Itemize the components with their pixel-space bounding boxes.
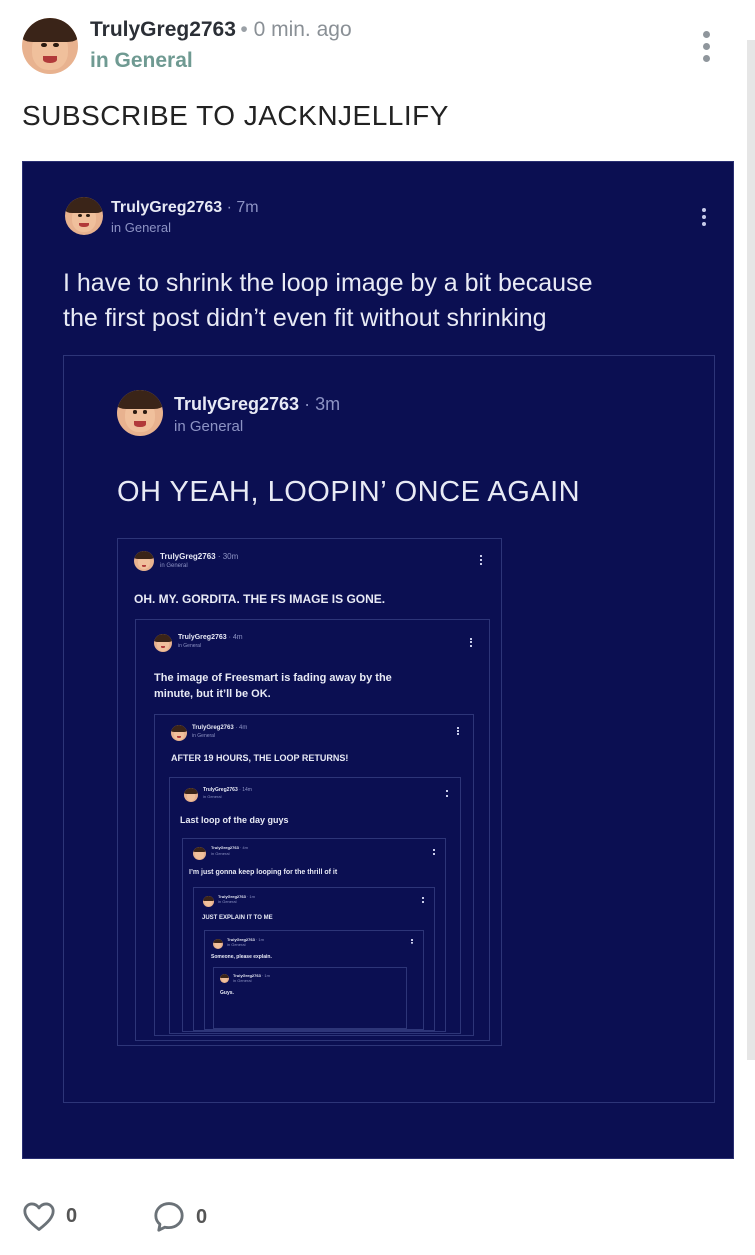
post-text: I have to shrink the loop image by a bit…: [63, 269, 593, 332]
username: TrulyGreg2763: [192, 725, 234, 731]
like-button[interactable]: 0: [22, 1200, 77, 1232]
timestamp: 4m: [232, 634, 243, 641]
comment-count: 0: [196, 1205, 208, 1228]
avatar[interactable]: [22, 18, 78, 74]
scrollbar[interactable]: [747, 40, 755, 1060]
timestamp: 4m: [239, 725, 248, 731]
post-text: JUST EXPLAIN IT TO ME: [202, 915, 273, 921]
channel-label: in General: [192, 733, 216, 739]
kebab-icon: [457, 727, 461, 735]
nested-post: TrulyGreg2763 · 1m in General JUST EXPLA…: [193, 887, 435, 1031]
channel-label: in General: [111, 220, 171, 235]
nested-post: TrulyGreg2763 · 14m in General Last loop…: [169, 777, 461, 1034]
channel-label: in General: [178, 643, 202, 649]
post-text: OH YEAH, LOOPIN’ ONCE AGAIN: [117, 476, 581, 508]
kebab-icon: [702, 208, 707, 229]
avatar: [65, 197, 103, 235]
nested-post: TrulyGreg2763 · 3m in General OH YEAH, L…: [63, 355, 715, 1103]
username[interactable]: TrulyGreg2763: [90, 18, 236, 41]
avatar: [154, 634, 172, 652]
timestamp: 7m: [236, 199, 259, 216]
post-text: OH. MY. GORDITA. THE FS IMAGE IS GONE.: [134, 592, 386, 606]
timestamp: 4m: [242, 845, 248, 850]
timestamp: 3m: [315, 394, 341, 414]
post-text: SUBSCRIBE TO JACKNJELLIFY: [22, 100, 449, 131]
comment-icon: [154, 1202, 184, 1232]
post-text: The image of Freesmart is fading away by…: [154, 672, 392, 700]
kebab-icon: [411, 939, 415, 944]
channel-label: in General: [203, 794, 222, 799]
post-text: Last loop of the day guys: [180, 815, 289, 825]
comment-button[interactable]: 0: [152, 1200, 207, 1234]
like-count: 0: [66, 1204, 78, 1227]
nested-post: TrulyGreg2763 · 4m in General The image …: [135, 619, 490, 1041]
username: TrulyGreg2763: [111, 199, 223, 216]
heart-icon: [23, 1202, 55, 1231]
avatar: [117, 390, 163, 436]
timestamp: 0 min. ago: [253, 18, 352, 41]
kebab-icon: [446, 790, 450, 797]
avatar: [203, 896, 214, 907]
avatar: [171, 725, 187, 741]
kebab-icon: [433, 849, 437, 855]
avatar: [213, 939, 223, 949]
timestamp: 14m: [242, 787, 252, 793]
kebab-icon[interactable]: [703, 31, 711, 67]
post-text: I’m just gonna keep looping for the thri…: [189, 869, 338, 876]
channel-link[interactable]: in General: [90, 49, 193, 73]
nested-post: TrulyGreg2763 · 1m in General Guys.: [213, 967, 407, 1029]
username: TrulyGreg2763: [211, 845, 239, 850]
post-meta: TrulyGreg2763 • 0 min. ago: [90, 18, 352, 41]
channel-label: in General: [227, 942, 246, 947]
post-text: Guys.: [220, 990, 234, 996]
nested-post: TrulyGreg2763 · 4m in General AFTER 19 H…: [154, 714, 474, 1036]
channel-label: in General: [233, 978, 252, 983]
post-image[interactable]: TrulyGreg2763 · 7m in General I have to …: [22, 161, 734, 1159]
avatar: [193, 847, 206, 860]
avatar: [220, 974, 229, 983]
post-text: AFTER 19 HOURS, THE LOOP RETURNS!: [171, 753, 349, 763]
kebab-icon: [480, 555, 484, 565]
channel-label: in General: [160, 563, 188, 569]
timestamp: 1m: [258, 937, 264, 942]
kebab-icon: [470, 638, 474, 647]
username: TrulyGreg2763: [160, 552, 216, 561]
timestamp: 30m: [222, 552, 239, 561]
timestamp: 1m: [264, 973, 270, 978]
username: TrulyGreg2763: [178, 634, 227, 641]
post-text: Someone, please explain.: [211, 954, 272, 960]
avatar: [134, 551, 154, 571]
kebab-icon: [422, 897, 426, 903]
channel-label: in General: [174, 418, 244, 435]
channel-label: in General: [211, 851, 230, 856]
nested-post: TrulyGreg2763 · 4m in General I’m just g…: [182, 838, 446, 1032]
avatar: [184, 788, 198, 802]
channel-label: in General: [218, 899, 237, 904]
nested-post: TrulyGreg2763 · 30m in General OH. MY. G…: [117, 538, 502, 1046]
username: TrulyGreg2763: [174, 394, 300, 414]
nested-post: TrulyGreg2763 · 1m in General Someone, p…: [204, 930, 424, 1030]
username: TrulyGreg2763: [203, 787, 238, 793]
timestamp: 1m: [249, 894, 255, 899]
